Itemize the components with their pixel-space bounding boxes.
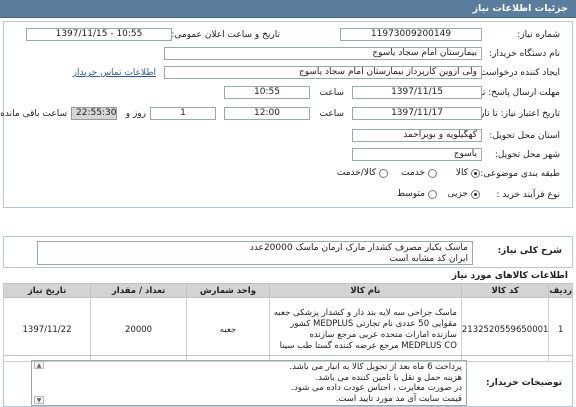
need-number-label: شماره نیاز:: [517, 30, 560, 40]
scroll-down-arrow-icon[interactable]: ▼: [34, 396, 44, 404]
province-label: استان محل تحویل:: [489, 131, 560, 141]
need-number-field: 11973009200149: [340, 28, 482, 41]
col-index-header: ردیف: [548, 283, 573, 298]
creator-label: ایجاد کننده درخواست:: [477, 68, 560, 78]
radio-icon: [428, 168, 437, 178]
table-row: 1 2132520559650001 ماسک جراحی سه لایه بن…: [3, 297, 573, 362]
description-panel: شرح کلی نیاز: ماسک یکبار مصرف کشدار مارک…: [3, 236, 573, 268]
page-header: جزئیات اطلاعات نیاز: [0, 0, 576, 18]
city-field: یاسوج: [352, 148, 482, 161]
category-goods-radio[interactable]: کالا: [456, 168, 480, 178]
days-label: روز و: [125, 109, 146, 119]
row-unit: جعبه: [186, 297, 270, 362]
description-line: ایران کد مشابه است: [389, 254, 468, 264]
remaining-label: ساعت باقی مانده: [0, 109, 67, 119]
row-date: 1397/11/22: [3, 297, 91, 362]
row-index: 1: [548, 297, 573, 362]
need-info-panel: شماره نیاز: 11973009200149 تاریخ و ساعت …: [0, 21, 573, 208]
process-label: نوع فرآیند خرید :: [496, 190, 560, 200]
announce-field: 1397/11/15 - 10:55: [26, 28, 172, 41]
description-label: شرح کلی نیاز:: [497, 246, 562, 256]
send-time-label: ساعت: [319, 88, 345, 98]
radio-icon: [428, 189, 437, 199]
col-name-header: نام کالا: [268, 283, 462, 298]
col-code-header: کد کالا: [460, 283, 550, 298]
days-field: 1: [150, 107, 216, 120]
col-quantity-header: تعداد / مقدار: [89, 283, 188, 298]
notes-label: توضیحات خریدار:: [486, 378, 562, 388]
col-unit-header: واحد شمارش: [186, 283, 270, 298]
validity-label: تاریخ اعتبار نیاز: تا تاریخ:: [468, 109, 560, 119]
province-field: کهگیلویه و بویراحمد: [352, 129, 482, 142]
category-both-radio[interactable]: کالا/خدمت: [337, 168, 388, 178]
category-service-radio[interactable]: خدمت: [401, 168, 437, 178]
notes-panel: توضیحات خریدار: پرداخت 6 ماه بعد از تحوی…: [3, 355, 573, 407]
scroll-up-arrow-icon[interactable]: ▲: [34, 361, 44, 369]
notes-line: قیمت سایت آی مد مورد تایید است.: [335, 393, 462, 404]
remaining-time-field: 22:55:30: [71, 107, 117, 120]
items-section-title: اطلاعات کالاهای مورد نیاز: [451, 271, 568, 281]
contact-buyer-link[interactable]: اطلاعات تماس خریدار: [73, 68, 156, 78]
notes-line: در صورت مغایرت ، اجناس عودت داده می شود.: [291, 383, 462, 393]
process-medium-radio[interactable]: متوسط: [397, 189, 437, 199]
row-code: 2132520559650001: [460, 297, 550, 362]
buyer-org-label: نام دستگاه خریدار:: [489, 49, 560, 59]
send-date-field: 1397/11/15: [352, 86, 482, 99]
validity-time-label: ساعت: [319, 109, 345, 119]
items-table: ردیف کد کالا نام کالا واحد شمارش تعداد /…: [3, 283, 573, 362]
radio-selected-icon: [471, 189, 480, 199]
page-title: جزئیات اطلاعات نیاز: [472, 3, 568, 14]
col-date-header: تاریخ نیاز: [3, 283, 91, 298]
category-label: طبقه بندی موضوعی:: [480, 169, 560, 179]
validity-time-field: 12:00: [224, 107, 310, 120]
radio-selected-icon: [471, 168, 480, 178]
process-minor-radio[interactable]: جزیی: [447, 189, 480, 199]
radio-icon: [379, 168, 388, 178]
row-quantity: 20000: [89, 297, 188, 362]
announce-label: تاریخ و ساعت اعلان عمومی:: [171, 30, 280, 40]
send-time-field: 10:55: [224, 86, 310, 99]
table-header-row: ردیف کد کالا نام کالا واحد شمارش تعداد /…: [3, 283, 573, 298]
description-field: ماسک یکبار مصرف کشدار مارک ارمان ماسک 20…: [37, 241, 473, 265]
notes-line: پرداخت 6 ماه بعد از تحویل کالا به انبار …: [289, 362, 462, 372]
description-line: ماسک یکبار مصرف کشدار مارک ارمان ماسک 20…: [249, 243, 468, 253]
notes-line: هزینه حمل و نقل با تامین کننده می باشد.: [315, 372, 462, 383]
buyer-org-field: بیمارستان امام سجاد یاسوج: [164, 47, 482, 60]
city-label: شهر محل تحویل:: [494, 150, 560, 160]
row-name: ماسک جراحی سه لایه بند دار و کشدار پزشکی…: [268, 297, 462, 362]
creator-field: ولی آزوین کارپرداز بیمارستان امام سجاد ی…: [164, 66, 482, 79]
validity-date-field: 1397/11/17: [352, 107, 482, 120]
notes-field[interactable]: پرداخت 6 ماه بعد از تحویل کالا به انبار …: [31, 360, 467, 406]
